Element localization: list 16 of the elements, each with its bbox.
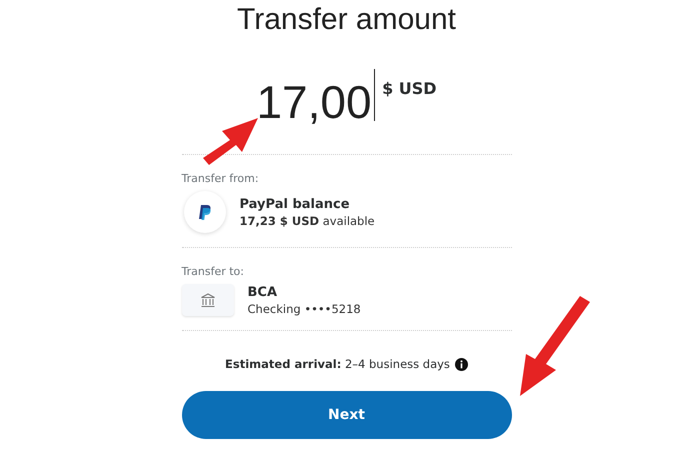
section-label: Transfer to: <box>182 265 244 278</box>
balance-text: 17,23 $ USD available <box>240 214 375 228</box>
next-button[interactable]: Next <box>182 391 512 439</box>
estimated-arrival: Estimated arrival: 2–4 business days <box>225 357 450 371</box>
paypal-logo-icon <box>184 191 226 233</box>
info-icon[interactable] <box>454 358 468 370</box>
account-name: BCA <box>248 284 278 300</box>
annotation-arrow <box>203 118 258 165</box>
page-title: Transfer amount <box>237 3 456 37</box>
currency-label: $ USD <box>382 79 437 98</box>
amount-value: 17,00 <box>256 75 372 127</box>
section-label: Transfer from: <box>182 172 259 185</box>
account-number: Checking ••••5218 <box>248 302 361 316</box>
account-name: PayPal balance <box>240 196 350 212</box>
text-cursor <box>374 69 376 121</box>
bank-icon <box>182 284 234 316</box>
